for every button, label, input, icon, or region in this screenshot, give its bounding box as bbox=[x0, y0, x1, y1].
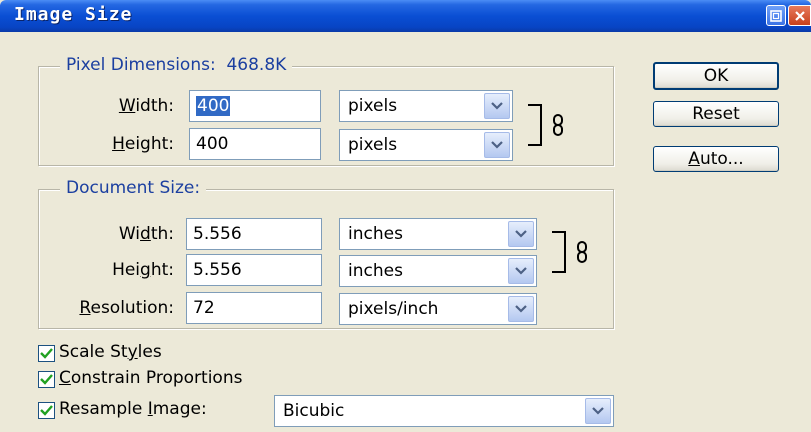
pixel-width-input[interactable]: 400 bbox=[189, 90, 321, 122]
pixel-width-unit-select[interactable]: pixels bbox=[339, 90, 513, 122]
chain-link-icon bbox=[553, 114, 563, 136]
document-size-legend: Document Size: bbox=[60, 178, 207, 198]
close-icon bbox=[794, 10, 805, 21]
resample-method-select[interactable]: Bicubic bbox=[274, 395, 614, 427]
pixel-height-unit-select[interactable]: pixels bbox=[339, 129, 513, 161]
checkmark-icon bbox=[40, 405, 53, 416]
scale-styles-checkbox[interactable] bbox=[38, 345, 55, 362]
document-width-label: Width: bbox=[118, 224, 174, 244]
chevron-down-icon[interactable] bbox=[508, 296, 534, 322]
document-height-input[interactable]: 5.556 bbox=[186, 254, 322, 286]
document-height-label: Height: bbox=[112, 260, 174, 280]
chevron-down-icon[interactable] bbox=[484, 93, 510, 119]
resolution-unit-select[interactable]: pixels/inch bbox=[339, 293, 537, 325]
chevron-down-icon[interactable] bbox=[585, 398, 611, 424]
chevron-down-icon[interactable] bbox=[508, 258, 534, 284]
checkmark-icon bbox=[40, 348, 53, 359]
constrain-proportions-checkbox[interactable] bbox=[38, 371, 55, 388]
chevron-down-icon[interactable] bbox=[484, 132, 510, 158]
resolution-label: Resolution: bbox=[79, 298, 174, 318]
pixel-height-label: Height: bbox=[112, 134, 174, 154]
auto-button[interactable]: Auto... bbox=[653, 146, 779, 172]
chevron-down-icon[interactable] bbox=[508, 221, 534, 247]
pixel-width-label: Width: bbox=[118, 96, 174, 116]
document-height-unit-select[interactable]: inches bbox=[339, 255, 537, 287]
resolution-input[interactable]: 72 bbox=[186, 292, 322, 324]
document-width-input[interactable]: 5.556 bbox=[186, 218, 322, 250]
constrain-proportions-label[interactable]: Constrain Proportions bbox=[59, 368, 242, 388]
resample-image-label[interactable]: Resample Image: bbox=[59, 399, 207, 419]
help-icon bbox=[770, 9, 782, 22]
document-width-unit-select[interactable]: inches bbox=[339, 218, 537, 250]
constrain-bracket bbox=[528, 104, 542, 146]
window-title: Image Size bbox=[14, 4, 133, 25]
close-button[interactable] bbox=[788, 5, 811, 26]
pixel-dimensions-legend: Pixel Dimensions: 468.8K bbox=[60, 55, 293, 75]
pixel-height-input[interactable]: 400 bbox=[189, 128, 321, 160]
resample-image-checkbox[interactable] bbox=[38, 402, 55, 419]
scale-styles-label[interactable]: Scale Styles bbox=[59, 342, 162, 362]
document-constrain-bracket bbox=[552, 231, 566, 273]
checkmark-icon bbox=[40, 374, 53, 385]
chain-link-icon bbox=[577, 241, 587, 263]
help-button[interactable] bbox=[766, 5, 786, 26]
reset-button[interactable]: Reset bbox=[653, 101, 779, 127]
file-size-value: 468.8K bbox=[226, 55, 287, 75]
ok-button[interactable]: OK bbox=[653, 62, 779, 90]
